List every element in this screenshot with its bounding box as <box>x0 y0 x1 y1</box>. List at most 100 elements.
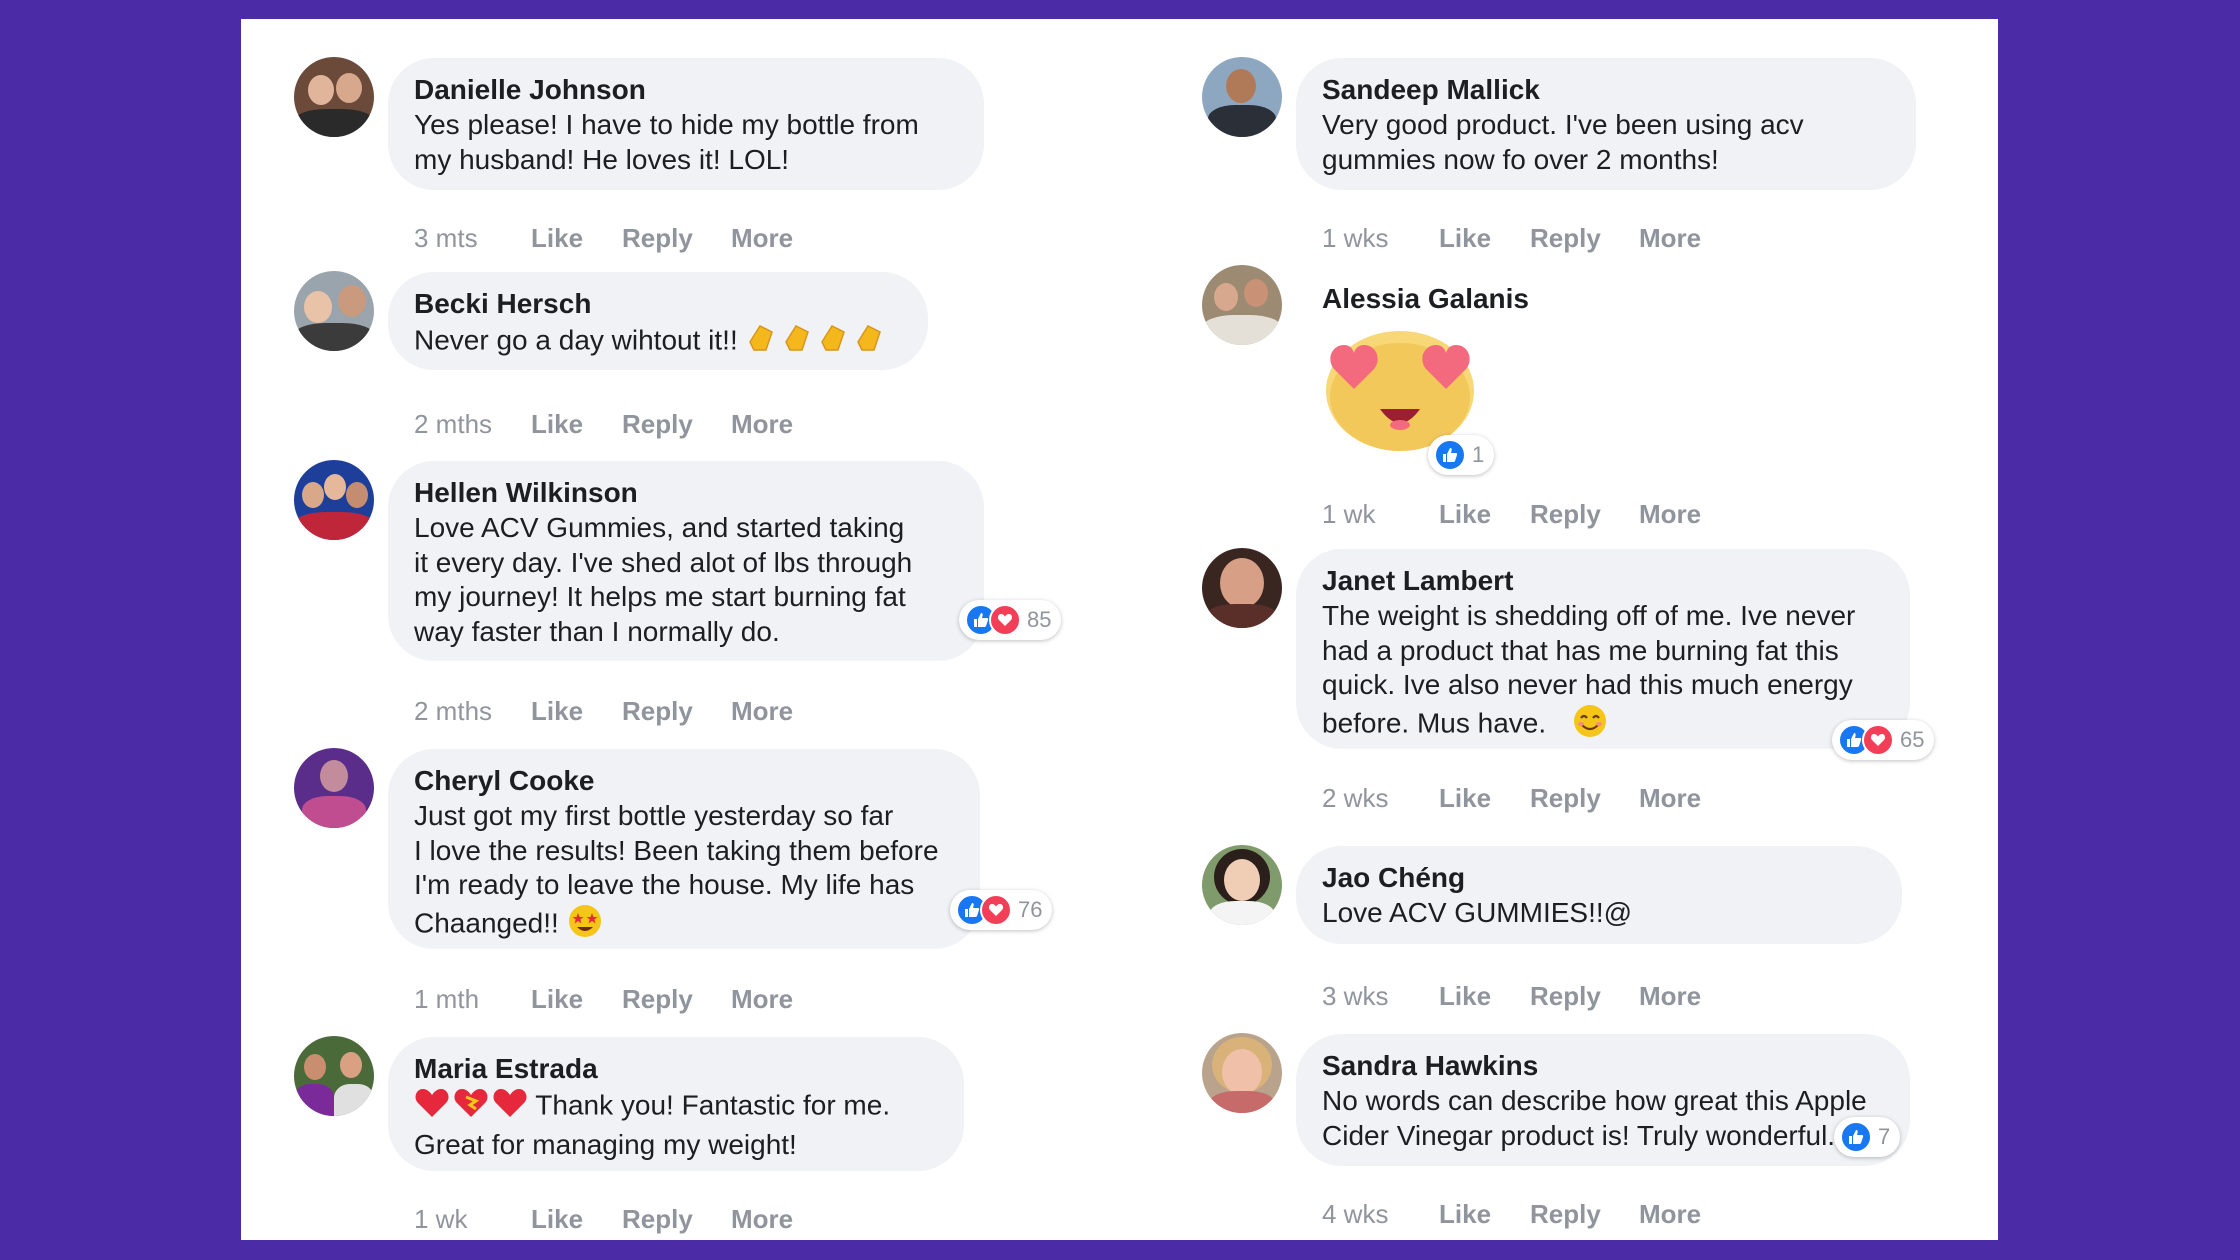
avatar[interactable] <box>294 271 374 351</box>
comment-text-line: Chaanged!! <box>414 903 954 948</box>
comment-timestamp[interactable]: 2 mths <box>414 409 531 440</box>
avatar[interactable] <box>294 57 374 137</box>
love-reaction-icon <box>989 604 1021 636</box>
avatar[interactable] <box>1202 548 1282 628</box>
comment-text-line: it every day. I've shed alot of lbs thro… <box>414 546 913 578</box>
commenter-name[interactable]: Becki Hersch <box>414 286 902 322</box>
reply-button[interactable]: Reply <box>1530 499 1639 530</box>
comment-bubble: Danielle Johnson Yes please! I have to h… <box>388 58 984 190</box>
commenter-name[interactable]: Hellen Wilkinson <box>414 475 958 511</box>
comment-timestamp[interactable]: 1 wks <box>1322 223 1439 254</box>
avatar[interactable] <box>294 1036 374 1116</box>
comment-text-line: had a product that has me burning fat th… <box>1322 634 1839 666</box>
commenter-name[interactable]: Danielle Johnson <box>414 72 958 108</box>
commenter-name[interactable]: Alessia Galanis <box>1322 281 1529 317</box>
comment-text-line: I love the results! Been taking them bef… <box>414 834 939 866</box>
comment-timestamp[interactable]: 2 mths <box>414 696 531 727</box>
reply-button[interactable]: Reply <box>1530 223 1639 254</box>
love-reaction-icon <box>980 894 1012 926</box>
like-button[interactable]: Like <box>531 1204 622 1235</box>
comment-text: Thank you! Fantastic for me. <box>535 1089 891 1121</box>
avatar[interactable] <box>294 748 374 828</box>
reaction-count: 1 <box>1472 442 1485 467</box>
comment-timestamp[interactable]: 3 wks <box>1322 981 1439 1012</box>
more-button[interactable]: More <box>731 223 793 254</box>
comment-bubble: Cheryl Cooke Just got my first bottle ye… <box>388 749 980 949</box>
comment-timestamp[interactable]: 2 wks <box>1322 783 1439 814</box>
like-reaction-icon <box>1434 439 1466 471</box>
reaction-count: 65 <box>1900 727 1925 752</box>
like-button[interactable]: Like <box>531 409 622 440</box>
comment-text-line: way faster than I normally do. <box>414 615 780 647</box>
reply-button[interactable]: Reply <box>622 696 731 727</box>
more-button[interactable]: More <box>731 696 793 727</box>
commenter-name[interactable]: Maria Estrada <box>414 1051 938 1087</box>
commenter-name[interactable]: Sandeep Mallick <box>1322 72 1890 108</box>
avatar[interactable] <box>1202 265 1282 345</box>
reaction-count: 85 <box>1027 607 1052 632</box>
commenter-name[interactable]: Jao Chéng <box>1322 860 1876 896</box>
comment-text-line: No words can describe how great this App… <box>1322 1085 1867 1116</box>
comment-text-line: Yes please! I have to hide my bottle fro… <box>414 109 919 140</box>
reply-button[interactable]: Reply <box>622 223 731 254</box>
like-button[interactable]: Like <box>1439 981 1530 1012</box>
more-button[interactable]: More <box>1639 223 1701 254</box>
comment-text-line: Cider Vinegar product is! Truly wonderfu… <box>1322 1119 1836 1151</box>
commenter-name[interactable]: Cheryl Cooke <box>414 763 954 799</box>
more-button[interactable]: More <box>1639 1199 1701 1230</box>
reaction-summary[interactable]: 7 <box>1834 1117 1901 1157</box>
commenter-name[interactable]: Sandra Hawkins <box>1322 1048 1884 1084</box>
like-button[interactable]: Like <box>1439 223 1530 254</box>
like-button[interactable]: Like <box>1439 783 1530 814</box>
comment-actions: 3 mts Like Reply More <box>414 223 793 254</box>
reply-button[interactable]: Reply <box>1530 981 1639 1012</box>
commenter-name[interactable]: Janet Lambert <box>1322 563 1884 599</box>
comment-text-line: Great for managing my weight! <box>414 1128 797 1160</box>
comment-text-line: my husband! He loves it! LOL! <box>414 143 790 175</box>
comment-timestamp[interactable]: 1 wk <box>414 1204 531 1235</box>
smiling-face-icon <box>1572 703 1608 748</box>
more-button[interactable]: More <box>1639 981 1701 1012</box>
like-button[interactable]: Like <box>1439 1199 1530 1230</box>
avatar[interactable] <box>294 460 374 540</box>
reaction-summary[interactable]: 1 <box>1428 435 1495 475</box>
like-reaction-icon <box>1840 1121 1872 1153</box>
comment-actions: 3 wks Like Reply More <box>1322 981 1701 1012</box>
comment-text-line: I'm ready to leave the house. My life ha… <box>414 869 915 900</box>
reaction-summary[interactable]: 85 <box>959 600 1062 640</box>
like-button[interactable]: Like <box>1439 499 1530 530</box>
reaction-summary[interactable]: 76 <box>950 890 1053 930</box>
avatar[interactable] <box>1202 1033 1282 1113</box>
comment-timestamp[interactable]: 3 mts <box>414 223 531 254</box>
avatar[interactable] <box>1202 57 1282 137</box>
comment-text-line: Just got my first bottle yesterday so fa… <box>414 800 894 831</box>
like-button[interactable]: Like <box>531 223 622 254</box>
comment-text-line: Very good product. I've been using acv <box>1322 109 1804 140</box>
reply-button[interactable]: Reply <box>622 1204 731 1235</box>
comment-text: Chaanged!! <box>414 907 559 939</box>
love-reaction-icon <box>1862 724 1894 756</box>
reply-button[interactable]: Reply <box>1530 783 1639 814</box>
comment-timestamp[interactable]: 1 wk <box>1322 499 1439 530</box>
more-button[interactable]: More <box>731 1204 793 1235</box>
comment-bubble: Hellen Wilkinson Love ACV Gummies, and s… <box>388 461 984 661</box>
more-button[interactable]: More <box>731 984 793 1015</box>
more-button[interactable]: More <box>1639 783 1701 814</box>
like-button[interactable]: Like <box>531 696 622 727</box>
comment-text-line: before. Mus have. <box>1322 703 1884 748</box>
comment-text-line: my journey! It helps me start burning fa… <box>414 581 906 612</box>
reply-button[interactable]: Reply <box>622 984 731 1015</box>
reply-button[interactable]: Reply <box>1530 1199 1639 1230</box>
more-button[interactable]: More <box>1639 499 1701 530</box>
comment-timestamp[interactable]: 1 mth <box>414 984 531 1015</box>
like-button[interactable]: Like <box>531 984 622 1015</box>
comment-actions: 2 mths Like Reply More <box>414 409 793 440</box>
more-button[interactable]: More <box>731 409 793 440</box>
comment-text-line: quick. Ive also never had this much ener… <box>1322 669 1853 700</box>
comment-actions: 1 wk Like Reply More <box>1322 499 1701 530</box>
reaction-summary[interactable]: 65 <box>1832 720 1935 760</box>
avatar[interactable] <box>1202 845 1282 925</box>
comment-text: Never go a day wihtout it!! <box>414 324 738 356</box>
comment-timestamp[interactable]: 4 wks <box>1322 1199 1439 1230</box>
reply-button[interactable]: Reply <box>622 409 731 440</box>
